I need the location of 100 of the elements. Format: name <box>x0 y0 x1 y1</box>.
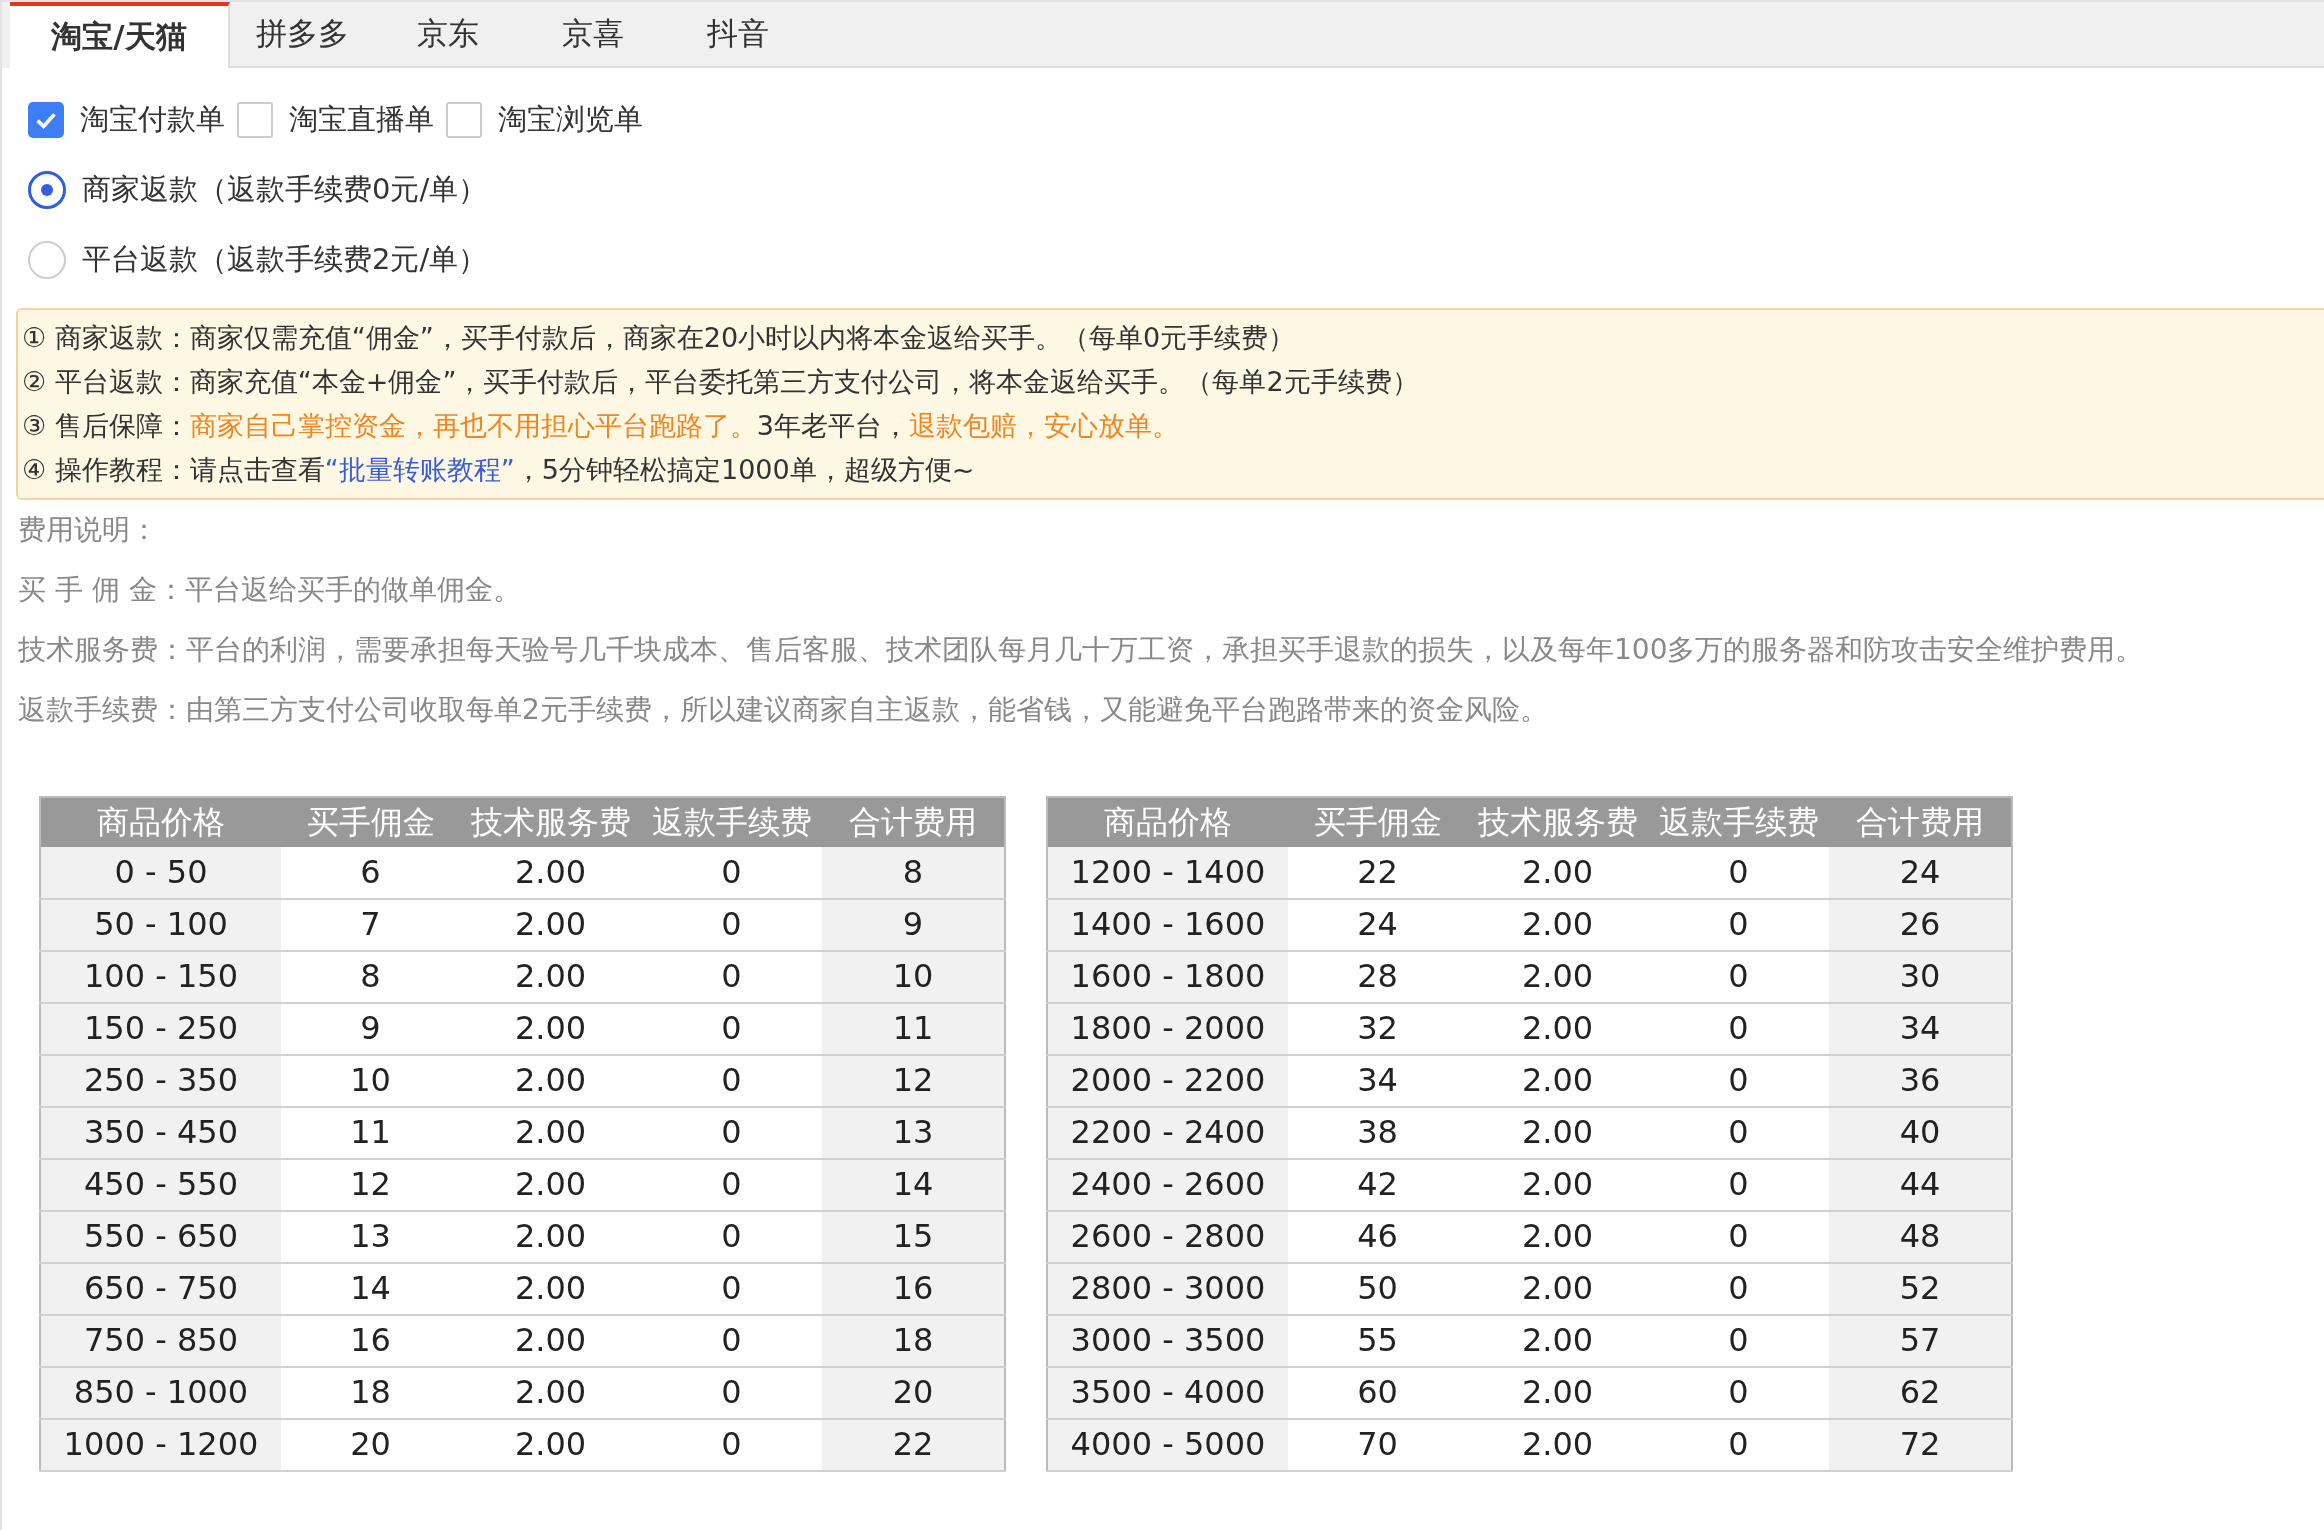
table-cell: 2.00 <box>1467 1055 1648 1107</box>
table-cell: 44 <box>1829 1159 2012 1211</box>
table-cell: 2.00 <box>460 1419 641 1471</box>
column-header: 合计费用 <box>1829 797 2012 847</box>
table-cell: 2.00 <box>1467 847 1648 899</box>
table-cell: 3000 - 3500 <box>1047 1315 1288 1367</box>
tab[interactable]: 淘宝/天猫 <box>10 2 230 68</box>
table-cell: 850 - 1000 <box>40 1367 281 1419</box>
column-header: 商品价格 <box>40 797 281 847</box>
table-cell: 2.00 <box>460 951 641 1003</box>
table-cell: 550 - 650 <box>40 1211 281 1263</box>
table-cell: 7 <box>281 899 460 951</box>
table-cell: 1000 - 1200 <box>40 1419 281 1471</box>
checkbox-label[interactable]: 淘宝浏览单 <box>498 100 643 140</box>
fee-description: 买 手 佣 金：平台返给买手的做单佣金。 <box>18 572 522 608</box>
radio-button[interactable] <box>28 171 66 209</box>
table-cell: 34 <box>1829 1003 2012 1055</box>
table-cell: 1800 - 2000 <box>1047 1003 1288 1055</box>
checkbox[interactable] <box>28 102 64 138</box>
table-cell: 22 <box>822 1419 1005 1471</box>
table-cell: 42 <box>1288 1159 1467 1211</box>
tab[interactable]: 京东 <box>375 2 520 68</box>
table-cell: 30 <box>1829 951 2012 1003</box>
column-header: 技术服务费 <box>460 797 641 847</box>
table-cell: 50 - 100 <box>40 899 281 951</box>
table-cell: 36 <box>1829 1055 2012 1107</box>
tab[interactable]: 抖音 <box>665 2 810 68</box>
checkbox[interactable] <box>446 102 482 138</box>
fee-description: 技术服务费：平台的利润，需要承担每天验号几千块成本、售后客服、技术团队每月几十万工资，承担买手退款的损失，以及每年100多万的服务器和防攻击安全维护费用。 <box>18 632 2145 668</box>
checkbox-label[interactable]: 淘宝付款单 <box>80 100 225 140</box>
notice-text: ② 平台返款：商家充值“本金+佣金”，买手付款后，平台委托第三方支付公司，将本金返给买手。（每单2元手续费） <box>22 365 1420 399</box>
table-cell: 12 <box>281 1159 460 1211</box>
table-cell: 24 <box>1288 899 1467 951</box>
table-cell: 24 <box>1829 847 2012 899</box>
table-cell: 1200 - 1400 <box>1047 847 1288 899</box>
column-header: 技术服务费 <box>1467 797 1648 847</box>
table-cell: 2600 - 2800 <box>1047 1211 1288 1263</box>
table-cell: 150 - 250 <box>40 1003 281 1055</box>
table-cell: 38 <box>1288 1107 1467 1159</box>
table-cell: 350 - 450 <box>40 1107 281 1159</box>
tab[interactable]: 京喜 <box>520 2 665 68</box>
table-cell: 32 <box>1288 1003 1467 1055</box>
checkbox[interactable] <box>237 102 273 138</box>
table-cell: 2.00 <box>1467 1315 1648 1367</box>
table-cell: 250 - 350 <box>40 1055 281 1107</box>
table-cell: 2.00 <box>1467 899 1648 951</box>
table-cell: 2.00 <box>460 1055 641 1107</box>
column-header: 买手佣金 <box>1288 797 1467 847</box>
table-cell: 2800 - 3000 <box>1047 1263 1288 1315</box>
table-cell: 1400 - 1600 <box>1047 899 1288 951</box>
table-cell: 2.00 <box>1467 1263 1648 1315</box>
table-cell: 6 <box>281 847 460 899</box>
table-cell: 650 - 750 <box>40 1263 281 1315</box>
radio-label[interactable]: 商家返款（返款手续费0元/单） <box>82 170 488 210</box>
table-cell: 15 <box>822 1211 1005 1263</box>
table-cell: 2.00 <box>1467 951 1648 1003</box>
column-header: 合计费用 <box>822 797 1005 847</box>
table-cell: 2.00 <box>460 1263 641 1315</box>
column-header: 返款手续费 <box>1648 797 1829 847</box>
table-cell: 16 <box>822 1263 1005 1315</box>
table-cell: 2.00 <box>1467 1367 1648 1419</box>
table-cell: 16 <box>281 1315 460 1367</box>
tutorial-link[interactable]: “批量转账教程” <box>324 454 515 485</box>
radio-label[interactable]: 平台返款（返款手续费2元/单） <box>82 240 488 280</box>
fee-heading: 费用说明： <box>18 512 159 548</box>
table-cell: 18 <box>281 1367 460 1419</box>
table-cell: 55 <box>1288 1315 1467 1367</box>
notice-text: ④ 操作教程：请点击查看“批量转账教程”，5分钟轻松搞定1000单，超级方便~ <box>22 453 976 487</box>
table-cell: 18 <box>822 1315 1005 1367</box>
table-cell: 2.00 <box>460 1211 641 1263</box>
table-cell: 2.00 <box>1467 1003 1648 1055</box>
table-cell: 2.00 <box>460 1315 641 1367</box>
table-cell: 2.00 <box>1467 1211 1648 1263</box>
table-cell: 14 <box>822 1159 1005 1211</box>
table-cell: 2200 - 2400 <box>1047 1107 1288 1159</box>
table-cell: 1600 - 1800 <box>1047 951 1288 1003</box>
table-cell: 14 <box>281 1263 460 1315</box>
table-cell: 9 <box>281 1003 460 1055</box>
column-header: 商品价格 <box>1047 797 1288 847</box>
table-cell: 2.00 <box>460 847 641 899</box>
checkbox-label[interactable]: 淘宝直播单 <box>289 100 434 140</box>
table-cell: 22 <box>1288 847 1467 899</box>
table-cell: 11 <box>822 1003 1005 1055</box>
table-cell: 2.00 <box>460 1107 641 1159</box>
table-cell: 100 - 150 <box>40 951 281 1003</box>
table-cell: 48 <box>1829 1211 2012 1263</box>
table-cell: 40 <box>1829 1107 2012 1159</box>
table-cell: 3500 - 4000 <box>1047 1367 1288 1419</box>
tab[interactable]: 拼多多 <box>230 2 375 68</box>
table-cell: 26 <box>1829 899 2012 951</box>
table-cell: 0 - 50 <box>40 847 281 899</box>
table-cell: 50 <box>1288 1263 1467 1315</box>
table-cell: 60 <box>1288 1367 1467 1419</box>
table-cell: 450 - 550 <box>40 1159 281 1211</box>
table-cell: 20 <box>281 1419 460 1471</box>
table-cell: 2.00 <box>460 1159 641 1211</box>
table-cell: 2.00 <box>1467 1159 1648 1211</box>
table-cell: 9 <box>822 899 1005 951</box>
table-cell: 12 <box>822 1055 1005 1107</box>
table-cell: 8 <box>822 847 1005 899</box>
